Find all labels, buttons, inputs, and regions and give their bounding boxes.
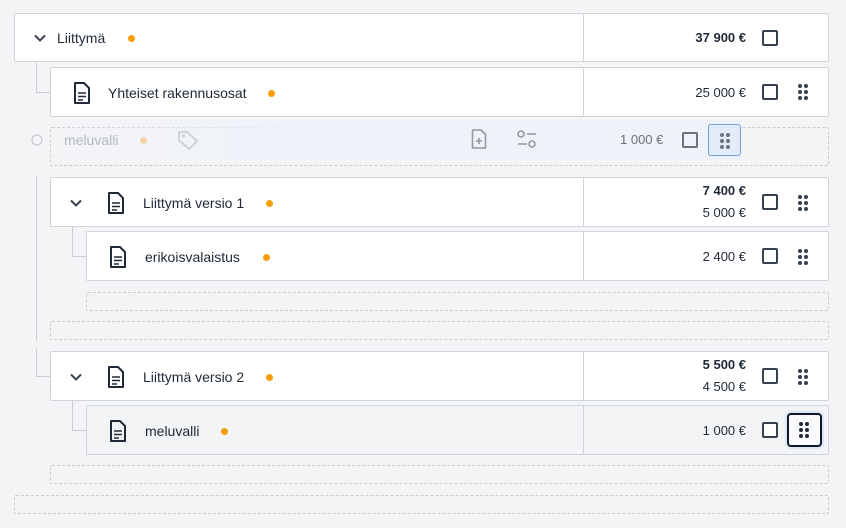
row-checkbox[interactable] [762, 194, 778, 210]
row-label: Liittymä [57, 30, 106, 46]
row-checkbox[interactable] [762, 84, 778, 100]
row-label: erikoisvalaistus [145, 249, 240, 265]
row-label: Liittymä versio 1 [143, 195, 245, 211]
chevron-down-icon[interactable] [69, 370, 83, 384]
document-icon [108, 366, 124, 388]
row-erikoisvalaistus[interactable]: erikoisvalaistus 2 400 € [86, 231, 829, 281]
column-divider [583, 232, 584, 280]
tree-line-v1-child [72, 226, 87, 257]
status-dot [140, 137, 147, 144]
document-icon [110, 420, 126, 442]
document-icon [110, 246, 126, 268]
drag-handle-icon[interactable] [797, 368, 809, 386]
row-checkbox[interactable] [762, 30, 778, 46]
status-dot [221, 428, 228, 435]
row-total: 37 900 € [695, 30, 746, 45]
drop-zone-versio-2-children[interactable] [50, 465, 829, 484]
ghost-label: meluvalli [64, 132, 119, 148]
row-own-price: 4 500 € [702, 379, 746, 394]
tree-line-root-v2 [36, 349, 51, 377]
ghost-price: 1 000 € [620, 132, 664, 147]
tag-icon [178, 131, 198, 150]
row-price: 25 000 € [695, 85, 746, 100]
ghost-checkbox [682, 132, 698, 148]
status-dot [263, 254, 270, 261]
drop-zone-root-children[interactable] [50, 321, 829, 340]
drop-zone-bottom[interactable] [14, 495, 829, 514]
adjust-icon [517, 130, 536, 148]
document-icon [74, 82, 90, 104]
drag-handle-focused[interactable] [787, 413, 822, 447]
row-checkbox[interactable] [762, 422, 778, 438]
row-meluvalli[interactable]: meluvalli 1 000 € [86, 405, 829, 455]
drag-handle-icon[interactable] [797, 248, 809, 266]
ghost-drag-handle [708, 124, 741, 156]
tree-line-v2-child [72, 400, 87, 431]
column-divider [583, 14, 584, 61]
status-dot [268, 90, 275, 97]
status-dot [266, 200, 273, 207]
row-checkbox[interactable] [762, 248, 778, 264]
row-label: Liittymä versio 2 [143, 369, 245, 385]
row-yhteiset-rakennusosat[interactable]: Yhteiset rakennusosat 25 000 € [50, 67, 829, 117]
drag-ghost-row: meluvalli 1 000 € [22, 120, 742, 160]
row-liittyma-versio-2[interactable]: Liittymä versio 2 5 500 € 4 500 € [50, 351, 829, 401]
chevron-down-icon[interactable] [69, 196, 83, 210]
row-total: 7 400 € [702, 183, 746, 198]
column-divider [583, 178, 584, 226]
column-divider [583, 68, 584, 116]
drag-handle-icon [799, 422, 809, 438]
column-divider [583, 406, 584, 454]
row-label: meluvalli [145, 423, 200, 439]
status-dot [266, 374, 273, 381]
status-dot [128, 35, 135, 42]
row-label: Yhteiset rakennusosat [108, 85, 247, 101]
row-own-price: 5 000 € [702, 205, 746, 220]
column-divider [583, 352, 584, 400]
drag-handle-icon[interactable] [797, 194, 809, 212]
drag-handle-icon [720, 133, 730, 149]
drag-handle-icon[interactable] [797, 83, 809, 101]
add-document-icon [471, 129, 487, 149]
tree-line-root [36, 62, 51, 93]
drop-zone-versio-1-children[interactable] [86, 292, 829, 311]
chevron-down-icon[interactable] [33, 31, 47, 45]
row-total: 5 500 € [702, 357, 746, 372]
row-checkbox[interactable] [762, 368, 778, 384]
tree-line-root-v1 [36, 176, 51, 341]
row-liittyma[interactable]: Liittymä 37 900 € [14, 13, 829, 62]
document-icon [108, 192, 124, 214]
row-liittyma-versio-1[interactable]: Liittymä versio 1 7 400 € 5 000 € [50, 177, 829, 227]
chevron-down-icon [31, 134, 43, 146]
row-price: 2 400 € [702, 249, 746, 264]
row-price: 1 000 € [702, 423, 746, 438]
